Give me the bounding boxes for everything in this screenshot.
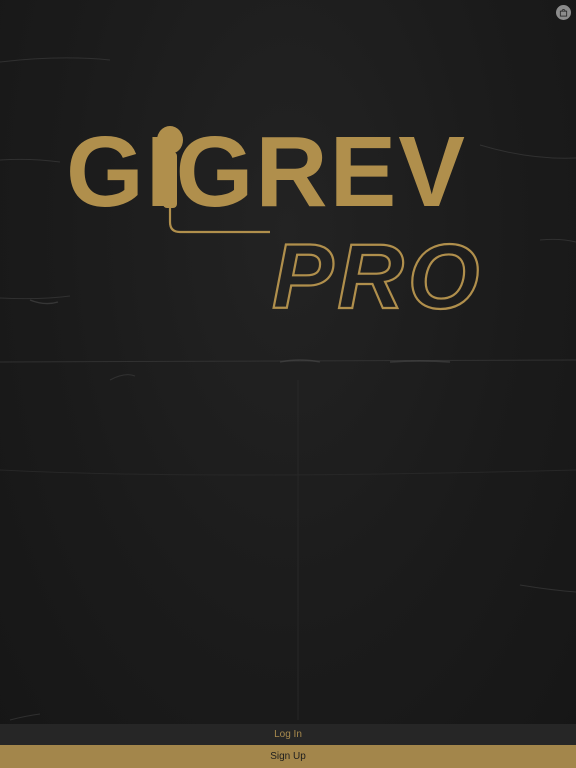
gigrev-pro-logo: GIGREV PRO	[66, 116, 483, 329]
logo-sub: PRO	[272, 226, 483, 328]
signup-button[interactable]: Sign Up	[0, 745, 576, 768]
login-button[interactable]: Log In	[0, 724, 576, 745]
logo-word: GIGREV	[66, 116, 467, 228]
splash-screen: GIGREV PRO Log In Sign Up	[0, 0, 576, 768]
